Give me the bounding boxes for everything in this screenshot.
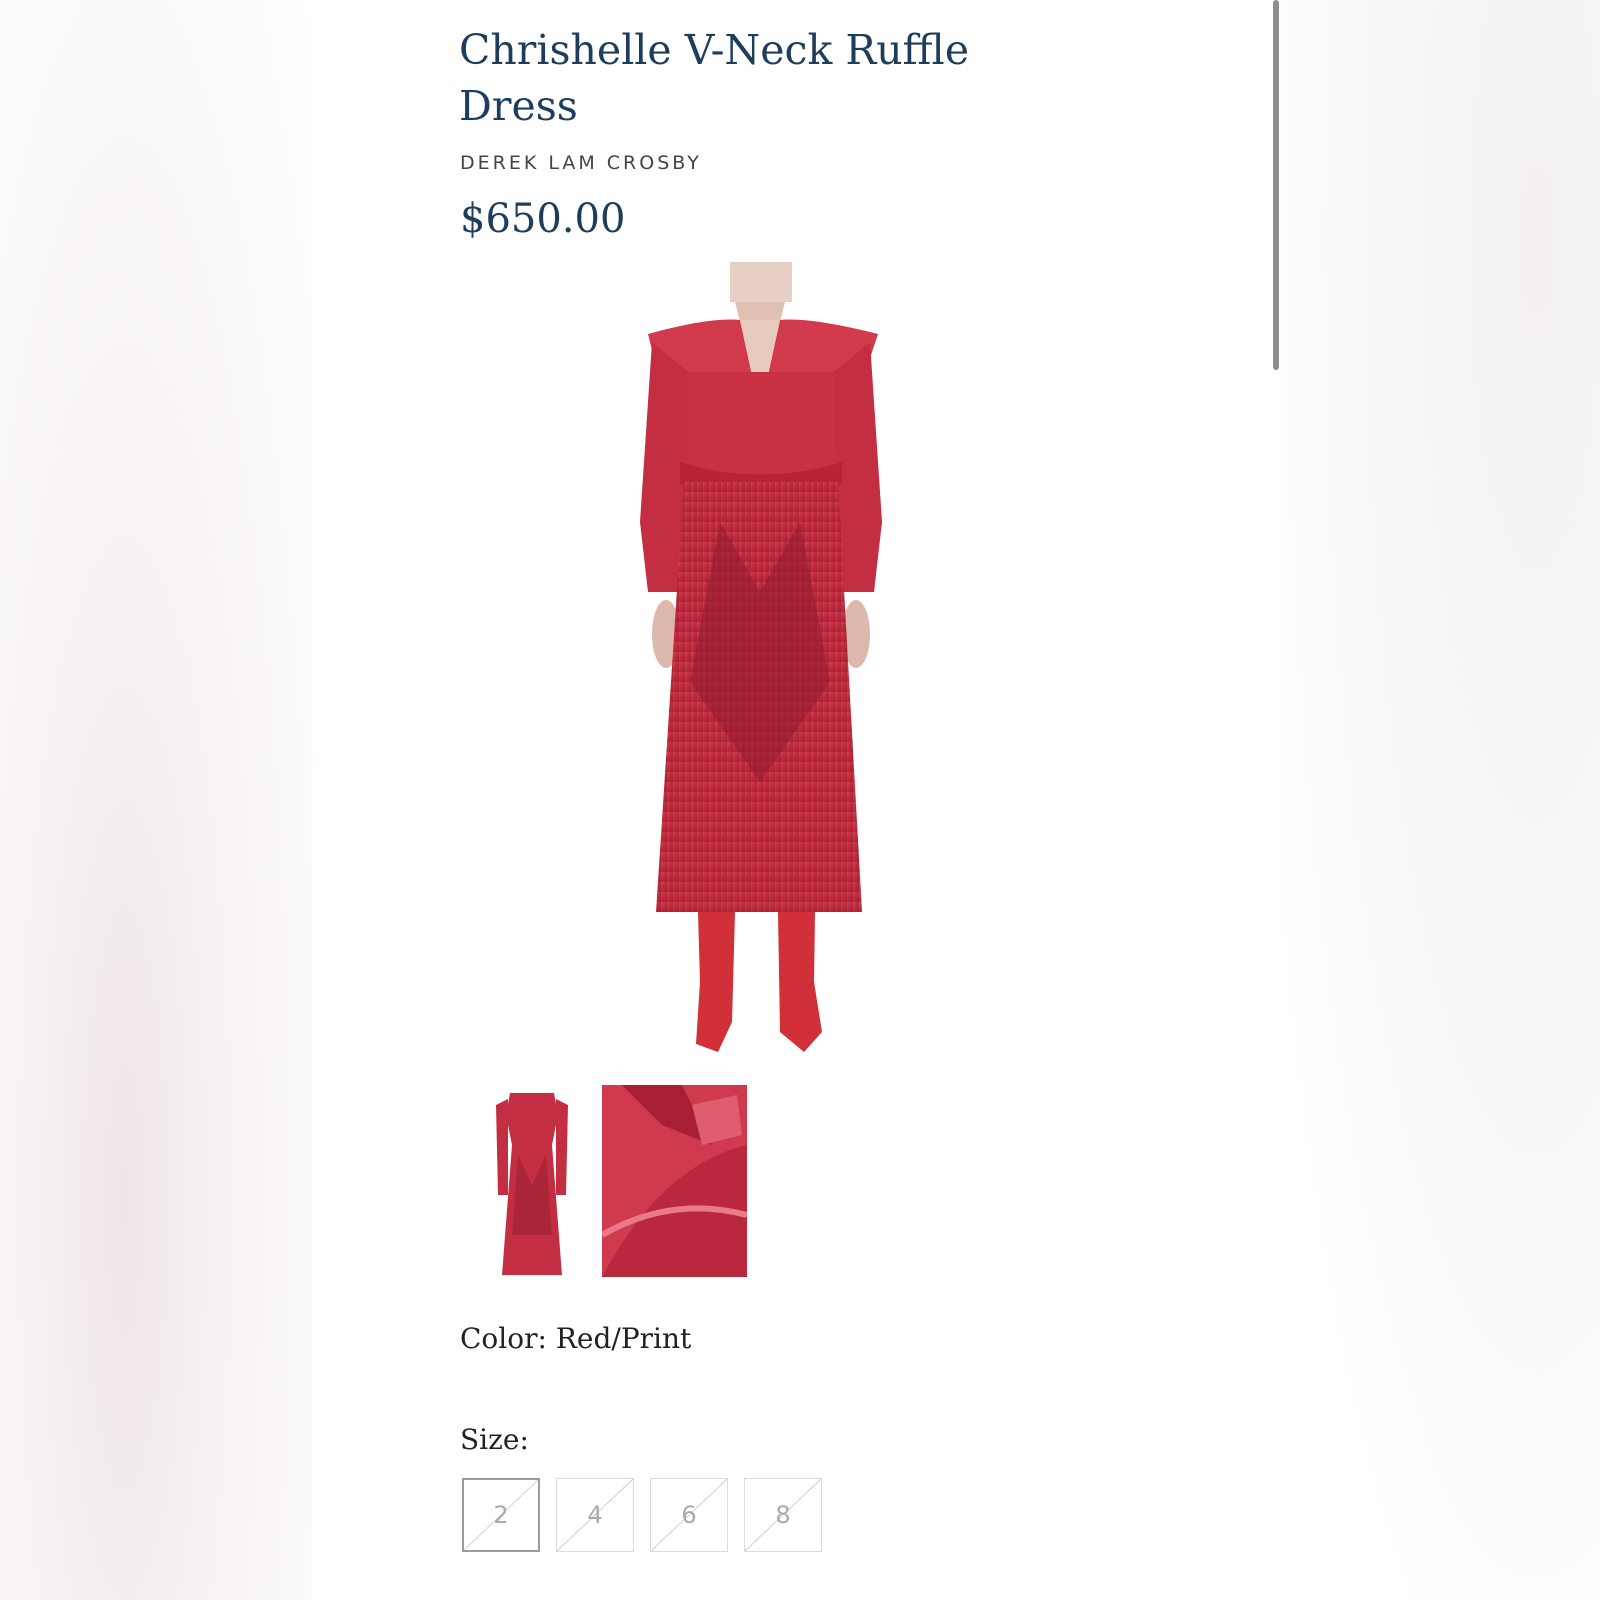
color-selection-label: Color: Red/Print (460, 1322, 692, 1355)
size-option-label: 2 (493, 1501, 509, 1529)
thumbnail-front[interactable] (488, 1085, 576, 1277)
product-title: Chrishelle V-Neck Ruffle Dress (459, 26, 970, 130)
size-option-2[interactable]: 2 (462, 1478, 540, 1552)
background-right (1280, 0, 1600, 1600)
size-option-6[interactable]: 6 (650, 1478, 728, 1552)
size-option-8[interactable]: 8 (744, 1478, 822, 1552)
size-option-4[interactable]: 4 (556, 1478, 634, 1552)
size-option-label: 8 (775, 1501, 791, 1529)
thumbnail-detail[interactable] (602, 1085, 747, 1277)
scrollbar[interactable] (1273, 0, 1279, 370)
product-price: $650.00 (460, 196, 626, 242)
size-option-label: 6 (681, 1501, 697, 1529)
size-label: Size: (460, 1423, 529, 1456)
size-option-label: 4 (587, 1501, 603, 1529)
background-left (0, 0, 312, 1600)
main-product-image[interactable] (600, 262, 920, 1072)
product-brand[interactable]: DEREK LAM CROSBY (460, 152, 702, 174)
